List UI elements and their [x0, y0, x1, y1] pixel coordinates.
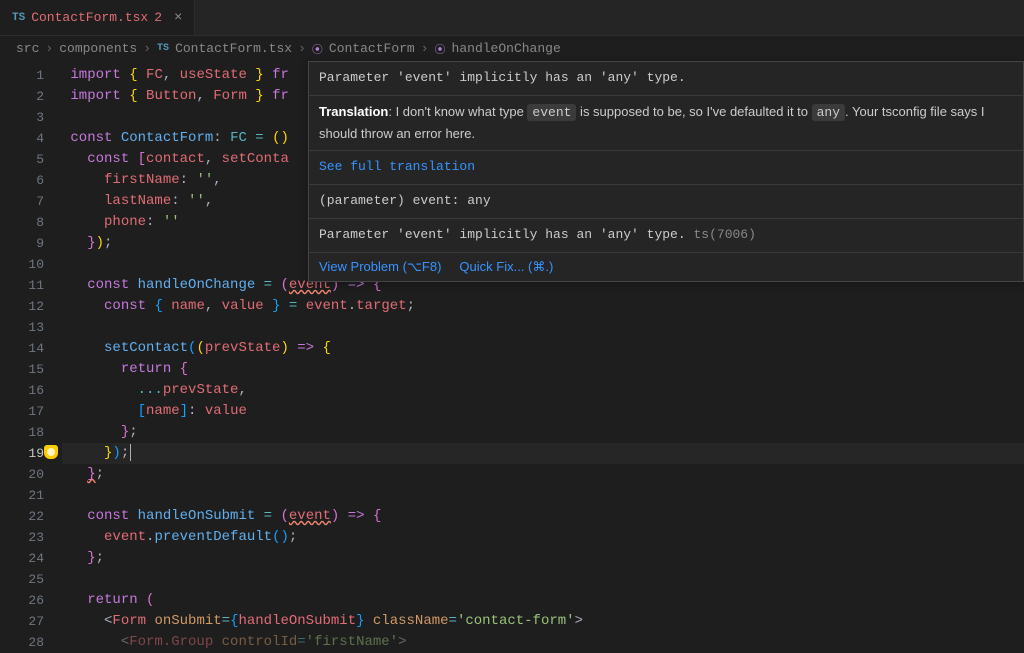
tab-problem-count: 2 — [154, 10, 162, 25]
code-line[interactable] — [62, 317, 1024, 338]
hover-signature: (parameter) event: any — [309, 185, 1023, 219]
line-number: 18 — [0, 422, 62, 443]
line-number: 1 — [0, 65, 62, 86]
breadcrumb[interactable]: src › components › TS ContactForm.tsx › … — [0, 35, 1024, 61]
line-number: 10 — [0, 254, 62, 275]
tab-filename: ContactForm.tsx — [31, 10, 148, 25]
close-icon[interactable]: × — [174, 10, 182, 26]
line-number: 24 — [0, 548, 62, 569]
hover-diagnostic: Parameter 'event' implicitly has an 'any… — [309, 219, 1023, 253]
line-number: 21 — [0, 485, 62, 506]
code-line[interactable]: return { — [62, 359, 1024, 380]
cursor — [130, 444, 131, 461]
line-number: 8 — [0, 212, 62, 233]
code-line[interactable]: <Form.Group controlId='firstName'> — [62, 632, 1024, 653]
chevron-right-icon: › — [298, 41, 306, 56]
line-number: 2 — [0, 86, 62, 107]
translation-label: Translation — [319, 104, 388, 119]
chevron-right-icon: › — [421, 41, 429, 56]
view-problem-link[interactable]: View Problem (⌥F8) — [319, 259, 441, 275]
hover-tooltip: Parameter 'event' implicitly has an 'any… — [308, 61, 1024, 282]
code-line[interactable]: return ( — [62, 590, 1024, 611]
code-line[interactable] — [62, 569, 1024, 590]
breadcrumb-symbol[interactable]: ContactForm — [329, 41, 415, 56]
typescript-icon: TS — [12, 12, 25, 24]
code-line[interactable]: }); — [62, 443, 1024, 464]
lightbulb-icon[interactable] — [44, 445, 58, 459]
quick-fix-link[interactable]: Quick Fix... (⌘.) — [459, 259, 553, 275]
code-line[interactable]: ...prevState, — [62, 380, 1024, 401]
editor-tab[interactable]: TS ContactForm.tsx 2 × — [0, 0, 195, 35]
line-number: 23 — [0, 527, 62, 548]
line-number: 16 — [0, 380, 62, 401]
hover-translation: Translation: I don't know what type even… — [309, 96, 1023, 152]
line-number: 9 — [0, 233, 62, 254]
code-token: event — [527, 104, 576, 121]
hover-see-full-link[interactable]: See full translation — [309, 151, 1023, 185]
code-line[interactable]: <Form onSubmit={handleOnSubmit} classNam… — [62, 611, 1024, 632]
line-number: 25 — [0, 569, 62, 590]
line-number: 15 — [0, 359, 62, 380]
line-number: 14 — [0, 338, 62, 359]
line-number: 26 — [0, 590, 62, 611]
code-line[interactable]: const handleOnSubmit = (event) => { — [62, 506, 1024, 527]
line-number: 7 — [0, 191, 62, 212]
chevron-right-icon: › — [45, 41, 53, 56]
code-line[interactable]: }; — [62, 422, 1024, 443]
line-number: 11 — [0, 275, 62, 296]
code-line[interactable]: const { name, value } = event.target; — [62, 296, 1024, 317]
line-number: 22 — [0, 506, 62, 527]
line-number: 17 — [0, 401, 62, 422]
chevron-right-icon: › — [143, 41, 151, 56]
code-line[interactable]: }; — [62, 548, 1024, 569]
breadcrumb-segment[interactable]: components — [59, 41, 137, 56]
line-number: 27 — [0, 611, 62, 632]
line-number: 28 — [0, 632, 62, 653]
breadcrumb-symbol[interactable]: handleOnChange — [452, 41, 561, 56]
symbol-variable-icon: ⦿ — [312, 41, 323, 57]
code-line[interactable] — [62, 485, 1024, 506]
line-number: 20 — [0, 464, 62, 485]
breadcrumb-file[interactable]: ContactForm.tsx — [175, 41, 292, 56]
line-number: 6 — [0, 170, 62, 191]
line-number: 13 — [0, 317, 62, 338]
tab-bar: TS ContactForm.tsx 2 × — [0, 0, 1024, 35]
code-line[interactable]: event.preventDefault(); — [62, 527, 1024, 548]
breadcrumb-segment[interactable]: src — [16, 41, 39, 56]
code-line[interactable]: setContact((prevState) => { — [62, 338, 1024, 359]
symbol-method-icon: ⦿ — [435, 41, 446, 57]
line-number: 4 — [0, 128, 62, 149]
code-token: any — [812, 104, 845, 121]
hover-message: Parameter 'event' implicitly has an 'any… — [309, 62, 1023, 96]
line-number: 5 — [0, 149, 62, 170]
line-number: 12 — [0, 296, 62, 317]
code-line[interactable]: [name]: value — [62, 401, 1024, 422]
code-line[interactable]: }; — [62, 464, 1024, 485]
line-number: 3 — [0, 107, 62, 128]
line-number-gutter: 1 2 3 4 5 6 7 8 9 10 11 12 13 14 15 16 1… — [0, 61, 62, 653]
typescript-icon: TS — [157, 43, 169, 54]
